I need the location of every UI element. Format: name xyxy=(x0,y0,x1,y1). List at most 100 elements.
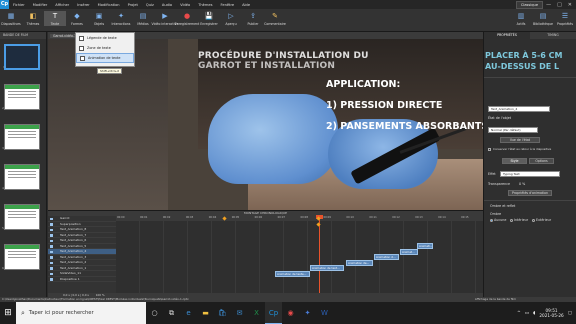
menu-9[interactable]: Thèmes xyxy=(194,3,216,7)
menu-10[interactable]: Fenêtre xyxy=(216,3,238,7)
text-animation[interactable]: 1) PRESSION DIRECTE xyxy=(326,100,442,111)
toolbar-button-left-7[interactable]: ▶ Vidéo interactive xyxy=(151,11,178,26)
shadow-outer-radio[interactable] xyxy=(532,219,535,222)
visibility-icon[interactable] xyxy=(50,234,53,237)
toolbar-button-left-10[interactable]: ▷ Aperçu xyxy=(220,11,242,26)
playhead[interactable] xyxy=(319,216,320,293)
slide-thumbnail[interactable]: 5 xyxy=(2,204,40,230)
object-state-select[interactable]: Normal (Par défaut) xyxy=(488,127,538,133)
toolbar-button-left-0[interactable]: ▦ Diapositives xyxy=(0,11,22,26)
menu-7[interactable]: Audio xyxy=(158,3,176,7)
toolbar-button-right-2[interactable]: ☰ Propriétés xyxy=(554,11,576,26)
transparency-value[interactable]: 0 % xyxy=(519,182,525,186)
menu-8[interactable]: Vidéo xyxy=(176,3,194,7)
menu-1[interactable]: Modifier xyxy=(29,3,52,7)
menu-2[interactable]: Afficher xyxy=(51,3,73,7)
timeline-clip[interactable]: Animation de text... xyxy=(310,265,344,271)
volume-icon[interactable]: ◖ xyxy=(533,311,535,316)
timeline-track[interactable]: Diapositive 1 xyxy=(48,277,116,282)
notification-icon[interactable]: ▢ xyxy=(568,311,572,316)
taskbar-app-icon[interactable]: ▬ xyxy=(197,302,214,324)
taskbar-app-icon[interactable]: 🛍 xyxy=(214,302,231,324)
tab-options[interactable]: Options xyxy=(529,158,554,164)
close-button[interactable]: ✕ xyxy=(568,2,572,8)
tab-properties[interactable]: PROPRIÉTÉS xyxy=(484,32,530,39)
shadow-inner-radio[interactable] xyxy=(510,219,513,222)
menu-item-text-animation[interactable]: Animation de texte xyxy=(76,53,134,63)
taskbar-app-icon[interactable]: ✦ xyxy=(299,302,316,324)
visibility-icon[interactable] xyxy=(50,217,53,220)
menu-11[interactable]: Aide xyxy=(238,3,254,7)
toolbar-button-left-11[interactable]: ⇪ Publier xyxy=(242,11,264,26)
toolbar-button-left-1[interactable]: ◧ Thèmes xyxy=(22,11,44,26)
visibility-icon[interactable] xyxy=(50,223,53,226)
visibility-icon[interactable] xyxy=(50,272,53,275)
visibility-icon[interactable] xyxy=(50,228,53,231)
timeline-clip[interactable]: Animation d... xyxy=(374,254,399,260)
toolbar-button-right-0[interactable]: ▥ Actifs xyxy=(510,11,532,26)
menu-item-text-caption[interactable]: Légende de texte xyxy=(76,33,134,43)
taskbar-app-icon[interactable]: W xyxy=(316,302,333,324)
taskbar-search[interactable]: ⌕ Taper ici pour rechercher xyxy=(16,302,146,324)
timeline-clip[interactable]: Animation de... xyxy=(346,260,373,266)
slide-title[interactable]: PROCÉDURE D'INSTALLATION DU xyxy=(198,51,369,61)
slide-thumbnail[interactable]: 3 xyxy=(2,124,40,150)
slide-thumbnail[interactable]: 4 xyxy=(2,164,40,190)
taskbar-app-icon[interactable]: Cp xyxy=(265,302,282,324)
visibility-icon[interactable] xyxy=(50,256,53,259)
chevron-up-icon[interactable]: ^ xyxy=(517,311,521,316)
animation-properties-button[interactable]: Propriétés d'animation xyxy=(508,190,552,196)
taskbar-app-icon[interactable]: ○ xyxy=(146,302,163,324)
visibility-icon[interactable] xyxy=(50,239,53,242)
menu-3[interactable]: Insérer xyxy=(73,3,94,7)
toolbar-button-left-12[interactable]: ✎ Commentaire xyxy=(264,11,286,26)
state-view-button[interactable]: Vue de l'état xyxy=(500,137,540,143)
effect-select[interactable]: Typing Text xyxy=(500,171,560,177)
menu-6[interactable]: Quiz xyxy=(142,3,158,7)
network-icon[interactable]: ▭ xyxy=(525,311,529,316)
visibility-icon[interactable] xyxy=(50,261,53,264)
menu-5[interactable]: Projet xyxy=(124,3,142,7)
visibility-icon[interactable] xyxy=(50,267,53,270)
slide-title[interactable]: GARROT ET INSTALLATION xyxy=(198,61,335,71)
slide-thumbnail[interactable]: 6 xyxy=(2,244,40,270)
maximize-button[interactable]: □ xyxy=(557,2,562,8)
theme-select[interactable]: Classique xyxy=(515,0,544,9)
retain-state-checkbox[interactable] xyxy=(488,148,491,151)
timeline-clip[interactable]: Animati... xyxy=(417,243,433,249)
taskbar-app-icon[interactable]: X xyxy=(248,302,265,324)
toolbar-button-left-3[interactable]: ◆ Formes xyxy=(66,11,88,26)
toolbar-button-left-4[interactable]: ▣ Objets xyxy=(88,11,110,26)
taskbar-app-icon[interactable]: e xyxy=(180,302,197,324)
toolbar-button-left-5[interactable]: ✦ Interactions xyxy=(110,11,132,26)
toolbar-button-right-1[interactable]: ▤ Bibliothèque xyxy=(532,11,554,26)
toolbar-button-left-9[interactable]: 💾 Enregistrer xyxy=(198,11,220,26)
clock[interactable]: 09:51 2021-05-26 xyxy=(539,308,563,319)
shadow-none-radio[interactable] xyxy=(490,219,493,222)
visibility-icon[interactable] xyxy=(50,278,53,281)
taskbar-app-icon[interactable]: ✉ xyxy=(231,302,248,324)
visibility-icon[interactable] xyxy=(50,245,53,248)
menu-item-text-box[interactable]: Zone de texte xyxy=(76,43,134,53)
slide-thumbnail[interactable]: 1 xyxy=(3,44,40,70)
timeline-clip[interactable]: Animat... xyxy=(400,249,418,255)
timeline-ruler[interactable]: 00:00 00:01 00:02 00:03 00:04 00:05 00:06 00:07… xyxy=(116,216,483,221)
minimize-button[interactable]: — xyxy=(546,2,551,8)
toolbar-button-left-2[interactable]: T Texte xyxy=(44,11,66,26)
text-animation[interactable]: 2) PANSEMENTS ABSORBANTS xyxy=(326,121,483,132)
menu-0[interactable]: Fichier xyxy=(9,3,29,7)
object-name-field[interactable]: Text_Animation_4 xyxy=(488,106,550,112)
menu-4[interactable]: Modification xyxy=(94,3,124,7)
tab-style[interactable]: Style xyxy=(502,158,527,164)
text-animation[interactable]: APPLICATION: xyxy=(326,79,400,90)
tab-timing[interactable]: TIMING xyxy=(530,32,576,39)
taskbar-app-icon[interactable]: ◉ xyxy=(282,302,299,324)
visibility-icon[interactable] xyxy=(50,250,53,253)
toolbar-button-left-8[interactable]: ● Enregistrement xyxy=(175,11,200,26)
toolbar-label: Bibliothèque xyxy=(532,22,554,26)
timeline-clip[interactable]: Animation de texte... xyxy=(275,271,310,277)
taskbar-app-icon[interactable]: ⧉ xyxy=(163,302,180,324)
slide-thumbnail[interactable]: 2 xyxy=(2,84,40,110)
windows-start-icon[interactable]: ⊞ xyxy=(0,308,16,318)
timeline-grid[interactable]: 00:00 00:01 00:02 00:03 00:04 00:05 00:06 00:07… xyxy=(116,215,483,293)
